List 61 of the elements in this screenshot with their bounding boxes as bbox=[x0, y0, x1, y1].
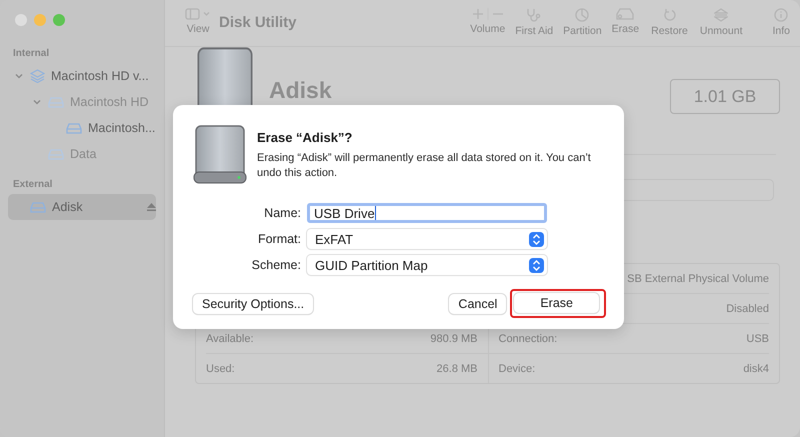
table-cell: USB bbox=[746, 332, 769, 344]
dialog-button[interactable]: Cancel bbox=[449, 294, 506, 314]
field-label: Name: bbox=[263, 206, 301, 220]
disk-name: Adisk bbox=[269, 77, 333, 104]
table-cell: Device: bbox=[498, 362, 536, 374]
security-options-button[interactable]: Security Options... bbox=[193, 294, 314, 314]
sidebar-item[interactable]: Macintosh... bbox=[8, 115, 156, 141]
layers-icon bbox=[30, 69, 45, 83]
drive-icon bbox=[48, 148, 64, 160]
table-cell: Disabled bbox=[726, 302, 769, 314]
stepper-icon bbox=[529, 258, 544, 272]
stethoscope-icon bbox=[526, 8, 542, 22]
toolbar-button[interactable]: Restore bbox=[651, 8, 688, 37]
window-title: Disk Utility bbox=[219, 14, 298, 31]
section-title: Internal bbox=[12, 47, 50, 61]
name-field[interactable]: USB Drive bbox=[307, 203, 547, 223]
table-cell: Used: bbox=[206, 362, 235, 374]
chevron-icon[interactable] bbox=[32, 97, 42, 107]
table-cell: 980.9 MB bbox=[430, 332, 478, 344]
info-icon bbox=[774, 8, 788, 22]
stepper-icon bbox=[529, 232, 544, 246]
drive-icon bbox=[30, 202, 46, 212]
eraser-icon bbox=[616, 8, 634, 20]
table-cell: disk4 bbox=[743, 362, 769, 374]
unmount-icon bbox=[714, 8, 728, 22]
popup-select[interactable]: GUID Partition Map bbox=[307, 255, 547, 275]
toolbar-button[interactable]: Erase bbox=[612, 8, 640, 35]
eject-icon[interactable] bbox=[147, 203, 156, 211]
table-cell: Available: bbox=[206, 332, 254, 344]
sidebar-item[interactable]: Adisk bbox=[8, 194, 156, 220]
dialog-message: Erasing “Adisk” will permanently erase all data stored on it. You can’t undo this action. bbox=[257, 151, 592, 182]
field-label: Scheme: bbox=[250, 258, 301, 272]
dialog-title: Erase “Adisk”? bbox=[257, 130, 354, 145]
sidebar-item[interactable]: Macintosh HD v... bbox=[8, 63, 156, 89]
popup-select[interactable]: ExFAT bbox=[307, 229, 547, 249]
sidebar-item[interactable]: Data bbox=[8, 141, 156, 167]
table-cell: 26.8 MB bbox=[436, 362, 478, 374]
toolbar-button[interactable]: Unmount bbox=[700, 8, 742, 37]
table-cell: SB External Physical Volume bbox=[627, 272, 769, 284]
plus-minus-icon bbox=[472, 8, 504, 20]
sidebar-toggle-icon bbox=[185, 8, 211, 20]
drive-icon bbox=[66, 122, 82, 134]
toolbar-button[interactable]: View bbox=[185, 8, 211, 35]
chevron-icon[interactable] bbox=[14, 71, 24, 81]
field-label: Format: bbox=[256, 232, 301, 246]
external-drive-icon bbox=[193, 125, 247, 185]
pie-icon bbox=[575, 8, 590, 22]
sidebar-item[interactable]: Macintosh HD bbox=[8, 89, 156, 115]
toolbar-button[interactable]: First Aid bbox=[515, 8, 554, 37]
zoom-button[interactable] bbox=[53, 14, 65, 26]
drive-icon bbox=[48, 96, 64, 108]
size-badge: 1.01 GB bbox=[670, 79, 780, 114]
toolbar-button[interactable]: Partition bbox=[563, 8, 602, 37]
toolbar-button[interactable]: Volume bbox=[470, 8, 506, 35]
close-button[interactable] bbox=[15, 14, 27, 26]
dialog-button[interactable]: Erase bbox=[514, 293, 599, 313]
minimize-button[interactable] bbox=[34, 14, 46, 26]
section-title: External bbox=[12, 178, 54, 192]
toolbar-button[interactable]: Info bbox=[772, 8, 790, 37]
restore-icon bbox=[662, 8, 676, 22]
table-cell: Connection: bbox=[498, 332, 558, 344]
